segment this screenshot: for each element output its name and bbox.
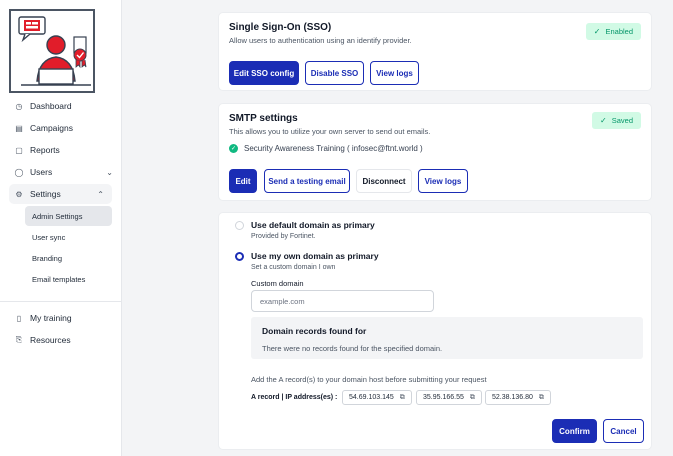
sidebar-item-label: Dashboard [30, 101, 72, 111]
check-icon: ✓ [593, 27, 601, 36]
sidebar-item-campaigns[interactable]: ▤ Campaigns [0, 118, 121, 138]
training-icon: ▯ [16, 313, 22, 323]
records-title: Domain records found for [262, 326, 367, 336]
sidebar-item-label: Users [30, 167, 53, 177]
sidebar-item-label: Campaigns [30, 123, 73, 133]
check-icon: ✓ [600, 116, 607, 125]
sidebar-item-reports[interactable]: ▢ Reports [0, 140, 121, 160]
radio-default-domain[interactable]: Use default domain as primary Provided b… [235, 220, 375, 240]
disable-sso-button[interactable]: Disable SSO [305, 61, 364, 85]
check-circle-icon: ✓ [229, 144, 238, 153]
a-record-label: A record | IP address(es) : [251, 394, 338, 401]
view-sso-logs-button[interactable]: View logs [370, 61, 419, 85]
sidebar-subitem-admin-settings[interactable]: Admin Settings [25, 206, 112, 226]
ip-address: 35.95.166.55 [423, 394, 464, 401]
gear-icon: ⚙ [15, 189, 23, 199]
status-badge: ✓ Saved [592, 112, 641, 129]
radio-title: Use default domain as primary [251, 220, 375, 230]
sidebar-subitem-branding[interactable]: Branding [25, 248, 112, 268]
ip-address: 52.38.136.80 [492, 394, 533, 401]
sidebar-item-my-training[interactable]: ▯ My training [0, 308, 121, 328]
ip-address-chip[interactable]: 35.95.166.55 ⧉ [416, 390, 482, 405]
a-record-hint: Add the A record(s) to your domain host … [251, 375, 487, 384]
campaigns-icon: ▤ [15, 123, 23, 133]
sidebar-item-users[interactable]: ◯ Users ⌄ [0, 162, 121, 182]
chevron-up-icon: ⌃ [97, 189, 104, 199]
sidebar-item-label: Settings [30, 189, 61, 199]
ip-address-chip[interactable]: 54.69.103.145 ⧉ [342, 390, 412, 405]
smtp-card: SMTP settings This allows you to utilize… [218, 103, 652, 201]
cancel-button[interactable]: Cancel [603, 419, 644, 443]
sidebar-item-dashboard[interactable]: ◷ Dashboard [0, 96, 121, 116]
sidebar-item-label: Reports [30, 145, 60, 155]
records-description: There were no records found for the spec… [262, 344, 443, 353]
sidebar-item-settings[interactable]: ⚙ Settings ⌃ [9, 184, 112, 204]
custom-domain-input[interactable] [251, 290, 434, 312]
sso-card: Single Sign-On (SSO) Allow users to auth… [218, 12, 652, 91]
disconnect-smtp-button[interactable]: Disconnect [356, 169, 412, 193]
chevron-down-icon: ⌄ [106, 167, 113, 177]
sso-subtitle: Allow users to authentication using an i… [229, 36, 412, 45]
custom-domain-label: Custom domain [251, 279, 304, 288]
radio-button-selected[interactable] [235, 252, 244, 261]
confirm-button[interactable]: Confirm [552, 419, 597, 443]
sidebar-nav: ◷ Dashboard ▤ Campaigns ▢ Reports ◯ User… [0, 96, 121, 352]
sidebar-divider [0, 301, 121, 302]
status-badge-label: Saved [611, 116, 633, 125]
radio-title: Use my own domain as primary [251, 251, 379, 261]
status-badge: ✓ Enabled [585, 23, 641, 40]
smtp-subtitle: This allows you to utilize your own serv… [229, 127, 431, 136]
copy-icon[interactable]: ⧉ [400, 394, 405, 402]
users-icon: ◯ [14, 167, 24, 177]
edit-sso-config-button[interactable]: Edit SSO config [229, 61, 299, 85]
radio-button[interactable] [235, 221, 244, 230]
domain-records-panel: Domain records found for There were no r… [251, 317, 643, 359]
send-test-email-button[interactable]: Send a testing email [264, 169, 350, 193]
smtp-title: SMTP settings [229, 113, 298, 124]
view-smtp-logs-button[interactable]: View logs [418, 169, 468, 193]
reports-icon: ▢ [15, 145, 23, 155]
sidebar-subitem-email-templates[interactable]: Email templates [25, 269, 112, 289]
copy-icon[interactable]: ⧉ [470, 394, 475, 402]
sidebar-item-label: My training [30, 313, 72, 323]
sidebar-item-label: Resources [30, 335, 71, 345]
security-training-logo [9, 9, 95, 93]
ip-address: 54.69.103.145 [349, 394, 394, 401]
smtp-sender: ✓ Security Awareness Training ( infosec@… [229, 144, 423, 153]
status-badge-label: Enabled [605, 27, 633, 36]
sidebar: ◷ Dashboard ▤ Campaigns ▢ Reports ◯ User… [0, 0, 122, 456]
domain-card: Use default domain as primary Provided b… [218, 212, 652, 450]
radio-description: Set a custom domain I own [251, 264, 336, 271]
smtp-sender-text: Security Awareness Training ( infosec@ft… [244, 144, 423, 153]
sso-title: Single Sign-On (SSO) [229, 22, 332, 33]
radio-description: Provided by Fortinet. [251, 233, 316, 240]
edit-smtp-button[interactable]: Edit [229, 169, 257, 193]
sidebar-subitem-user-sync[interactable]: User sync [25, 227, 112, 247]
ip-address-chip[interactable]: 52.38.136.80 ⧉ [485, 390, 551, 405]
sidebar-item-resources[interactable]: ⎘ Resources [0, 330, 121, 350]
resources-icon: ⎘ [15, 335, 23, 344]
radio-own-domain[interactable]: Use my own domain as primary Set a custo… [235, 251, 379, 271]
copy-icon[interactable]: ⧉ [539, 394, 544, 402]
dashboard-icon: ◷ [15, 101, 23, 111]
